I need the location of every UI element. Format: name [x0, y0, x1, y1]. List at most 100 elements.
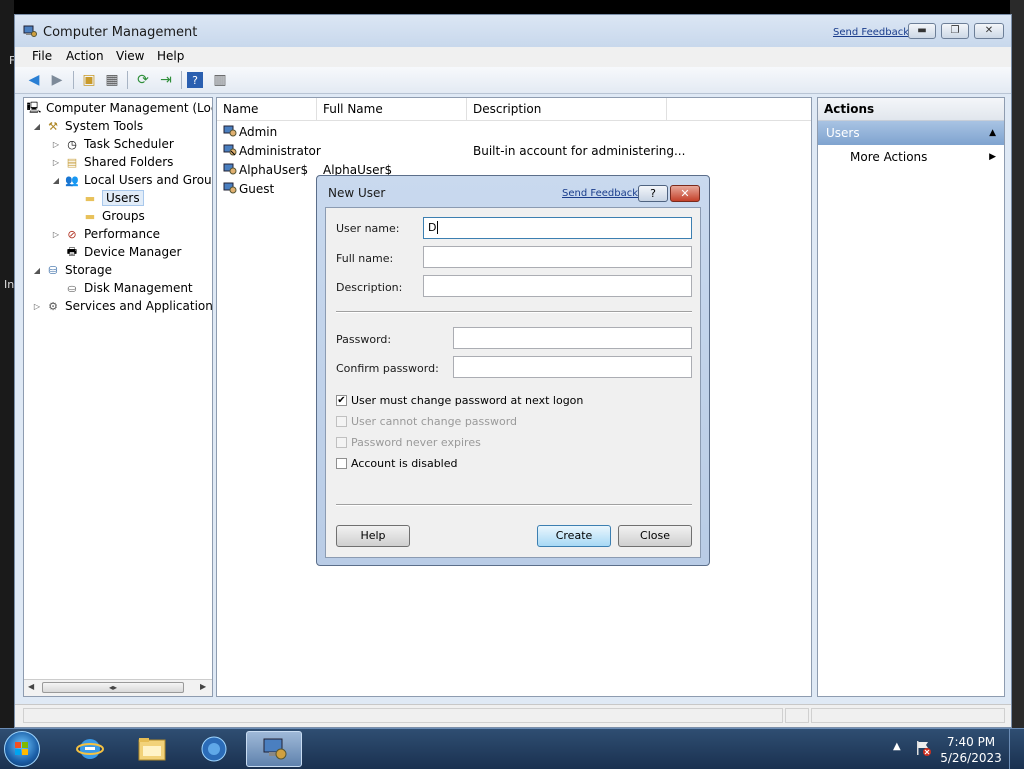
back-arrow-icon: ◀ — [28, 72, 40, 88]
toolbar-separator — [127, 71, 128, 89]
close-button[interactable]: ✕ — [974, 23, 1004, 39]
menu-file[interactable]: File — [32, 49, 52, 63]
help-button[interactable]: Help — [336, 525, 410, 547]
checkmark-icon[interactable]: ✔ — [336, 394, 347, 406]
tree-item-performance[interactable]: ▷ ⊘ Performance — [51, 225, 160, 243]
actions-section-users[interactable]: Users ▲ — [818, 121, 1004, 145]
help-icon: ? — [192, 73, 198, 87]
dialog-close-button[interactable]: ✕ — [670, 185, 700, 202]
title-bar[interactable]: Computer Management Send Feedback ▬ ❐ ✕ — [15, 15, 1011, 47]
status-bar — [15, 704, 1011, 727]
shared-folder-icon: ▤ — [66, 155, 78, 169]
show-desktop-button[interactable] — [1009, 729, 1024, 769]
scroll-left-icon[interactable]: ◀ — [28, 682, 34, 691]
back-button[interactable]: ◀ — [24, 70, 44, 90]
password-input[interactable] — [453, 327, 692, 349]
taskbar-computer-management[interactable] — [246, 731, 302, 767]
more-actions-label: More Actions — [850, 150, 928, 164]
checkbox-must-change-password[interactable]: ✔ User must change password at next logon — [336, 393, 583, 407]
tree-item-task-scheduler[interactable]: ▷ ◷ Task Scheduler — [51, 135, 174, 153]
close-dialog-button[interactable]: Close — [618, 525, 692, 547]
tree-item-users[interactable]: ▬ Users — [69, 189, 144, 207]
tree-item-local-users-and-groups[interactable]: ◢ 👥 Local Users and Groups — [51, 171, 212, 189]
description-cell: Built-in account for administering... — [473, 144, 686, 158]
user-name-label: User name: — [336, 222, 400, 235]
password-label: Password: — [336, 333, 392, 346]
list-header: Name Full Name Description — [217, 98, 811, 121]
refresh-button[interactable]: ⟳ — [133, 70, 153, 90]
column-header-name[interactable]: Name — [217, 98, 317, 120]
help-button[interactable]: ? — [187, 72, 203, 88]
expand-icon[interactable]: ▷ — [32, 302, 42, 311]
taskbar-file-explorer[interactable] — [124, 731, 180, 767]
action-center-flag-icon[interactable] — [914, 739, 932, 757]
tree-horizontal-scrollbar[interactable]: ◀ ◂▸ ▶ — [24, 679, 212, 696]
description-input[interactable] — [423, 275, 692, 297]
collapse-icon[interactable]: ◢ — [32, 122, 42, 131]
more-actions-item[interactable]: More Actions ▶ — [818, 145, 1004, 169]
minimize-button[interactable]: ▬ — [908, 23, 936, 39]
question-mark-icon: ? — [650, 187, 656, 200]
expand-icon[interactable]: ▷ — [51, 230, 61, 239]
storage-icon: ⛁ — [48, 263, 58, 277]
tree-item-disk-management[interactable]: ⛀ Disk Management — [51, 279, 192, 297]
column-header-full-name[interactable]: Full Name — [317, 98, 467, 120]
expand-icon[interactable]: ▷ — [51, 158, 61, 167]
scrollbar-thumb[interactable]: ◂▸ — [42, 682, 184, 693]
action-pane-icon: ▥ — [213, 72, 227, 88]
user-icon — [223, 125, 237, 137]
collapse-icon[interactable]: ◢ — [32, 266, 42, 275]
toolbar-separator — [73, 71, 74, 89]
checkbox-box[interactable] — [336, 457, 347, 469]
scroll-right-icon[interactable]: ▶ — [200, 682, 206, 691]
maximize-button[interactable]: ❐ — [941, 23, 969, 39]
dialog-body: User name: D Full name: Description: Pas… — [325, 207, 701, 558]
user-name-input[interactable]: D — [423, 217, 692, 239]
tree-item-shared-folders[interactable]: ▷ ▤ Shared Folders — [51, 153, 173, 171]
tree-item-device-manager[interactable]: 🖶 Device Manager — [51, 243, 182, 261]
taskbar-internet-explorer[interactable] — [62, 731, 118, 767]
description-label: Description: — [336, 281, 403, 294]
create-button[interactable]: Create — [537, 525, 611, 547]
menu-help[interactable]: Help — [157, 49, 184, 63]
desktop-left-strip — [0, 0, 14, 728]
window-title: Computer Management — [43, 25, 198, 40]
toolbar-separator — [181, 71, 182, 89]
tree-item-storage[interactable]: ◢ ⛁ Storage — [32, 261, 112, 279]
tree-item-groups[interactable]: ▬ Groups — [69, 207, 145, 225]
expand-icon[interactable]: ▷ — [51, 140, 61, 149]
console-tree-icon: ▦ — [105, 72, 119, 88]
menu-action[interactable]: Action — [66, 49, 104, 63]
collapse-icon[interactable]: ◢ — [51, 176, 61, 185]
dialog-separator — [336, 311, 692, 313]
full-name-input[interactable] — [423, 246, 692, 268]
tree-item-computer-management[interactable]: 🖳 Computer Management (Local — [26, 99, 212, 117]
table-row[interactable]: Administrator Built-in account for admin… — [217, 142, 811, 161]
column-header-description[interactable]: Description — [467, 98, 667, 120]
show-hidden-icons-icon[interactable]: ▲ — [893, 741, 901, 752]
show-hide-console-tree-button[interactable]: ▦ — [102, 70, 122, 90]
taskbar-media-player[interactable] — [186, 731, 242, 767]
up-one-level-button[interactable]: ▣ — [79, 70, 99, 90]
forward-button[interactable]: ▶ — [47, 70, 67, 90]
table-row[interactable]: Admin — [217, 123, 811, 142]
clock-time[interactable]: 7:40 PM — [946, 735, 996, 749]
export-list-button[interactable]: ⇥ — [156, 70, 176, 90]
tree-item-services-and-applications[interactable]: ▷ ⚙ Services and Applications — [32, 297, 212, 315]
collapse-icon[interactable]: ▲ — [989, 121, 996, 145]
checkbox-account-disabled[interactable]: Account is disabled — [336, 456, 458, 470]
clock-date[interactable]: 5/26/2023 — [940, 751, 1002, 765]
confirm-password-input[interactable] — [453, 356, 692, 378]
clock-icon: ◷ — [67, 137, 77, 151]
dialog-send-feedback-link[interactable]: Send Feedback — [562, 188, 638, 199]
checkbox-box — [336, 436, 347, 448]
user-name-cell: AlphaUser$ — [239, 163, 309, 177]
minimize-icon: ▬ — [917, 25, 927, 36]
dialog-help-button[interactable]: ? — [638, 185, 668, 202]
show-hide-action-pane-button[interactable]: ▥ — [210, 70, 230, 90]
send-feedback-link[interactable]: Send Feedback — [833, 27, 909, 38]
close-icon: ✕ — [680, 187, 690, 200]
menu-view[interactable]: View — [116, 49, 144, 63]
start-button[interactable] — [4, 731, 40, 767]
tree-item-system-tools[interactable]: ◢ ⚒ System Tools — [32, 117, 143, 135]
